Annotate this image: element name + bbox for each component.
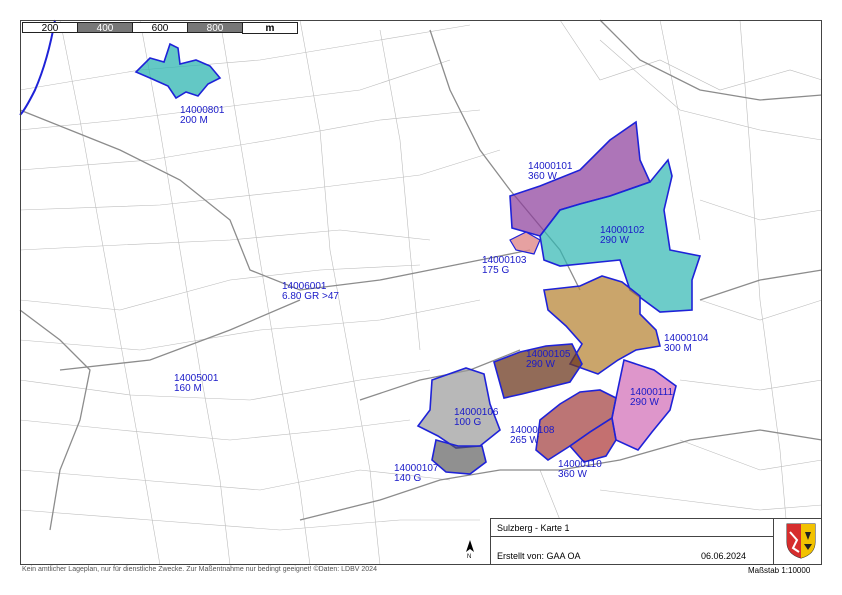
parcel-label-14006001: 14006001 6.80 GR >47 bbox=[282, 281, 339, 302]
parcel-label-14000108: 14000108 265 W bbox=[510, 425, 555, 446]
parcel-label-14000111: 14000111 290 W bbox=[630, 387, 674, 408]
parcel-label-14005001: 14005001 160 M bbox=[174, 373, 219, 394]
info-vertical-divider bbox=[773, 519, 774, 564]
info-box: Sulzberg - Karte 1 Erstellt von: GAA OA … bbox=[490, 518, 822, 565]
scale-bar: 200 400 600 800 m bbox=[22, 22, 298, 34]
parcel-label-14000107: 14000107 140 G bbox=[394, 463, 439, 484]
north-arrow-icon: N bbox=[466, 540, 474, 558]
parcel-label-14000101: 14000101 360 W bbox=[528, 161, 573, 182]
scale-tick: 800 bbox=[187, 22, 243, 34]
parcel-label-14000102: 14000102 290 W bbox=[600, 225, 645, 246]
map-canvas[interactable] bbox=[0, 0, 842, 595]
svg-text:N: N bbox=[467, 554, 471, 558]
map-title: Sulzberg - Karte 1 bbox=[497, 523, 570, 533]
scale-tick: 600 bbox=[132, 22, 188, 34]
coat-of-arms-icon bbox=[786, 523, 816, 559]
info-divider bbox=[491, 536, 773, 537]
disclaimer: Kein amtlicher Lageplan, nur für dienstl… bbox=[22, 566, 377, 573]
map-scale-text: Maßstab 1:10000 bbox=[748, 566, 811, 575]
parcel-label-14000110: 14000110 360 W bbox=[558, 459, 602, 480]
scale-tick: 200 bbox=[22, 22, 78, 34]
parcel-label-14000106: 14000106 100 G bbox=[454, 407, 499, 428]
parcel-label-14000104: 14000104 300 M bbox=[664, 333, 709, 354]
date-label: 06.06.2024 bbox=[701, 551, 747, 561]
scale-unit: m bbox=[242, 22, 298, 34]
scale-tick: 400 bbox=[77, 22, 133, 34]
author-label: Erstellt von: GAA OA bbox=[497, 551, 581, 561]
parcel-label-14000105: 14000105 290 W bbox=[526, 349, 571, 370]
parcel-label-14000103: 14000103 175 G bbox=[482, 255, 527, 276]
parcel-label-14000801: 14000801 200 M bbox=[180, 105, 225, 126]
